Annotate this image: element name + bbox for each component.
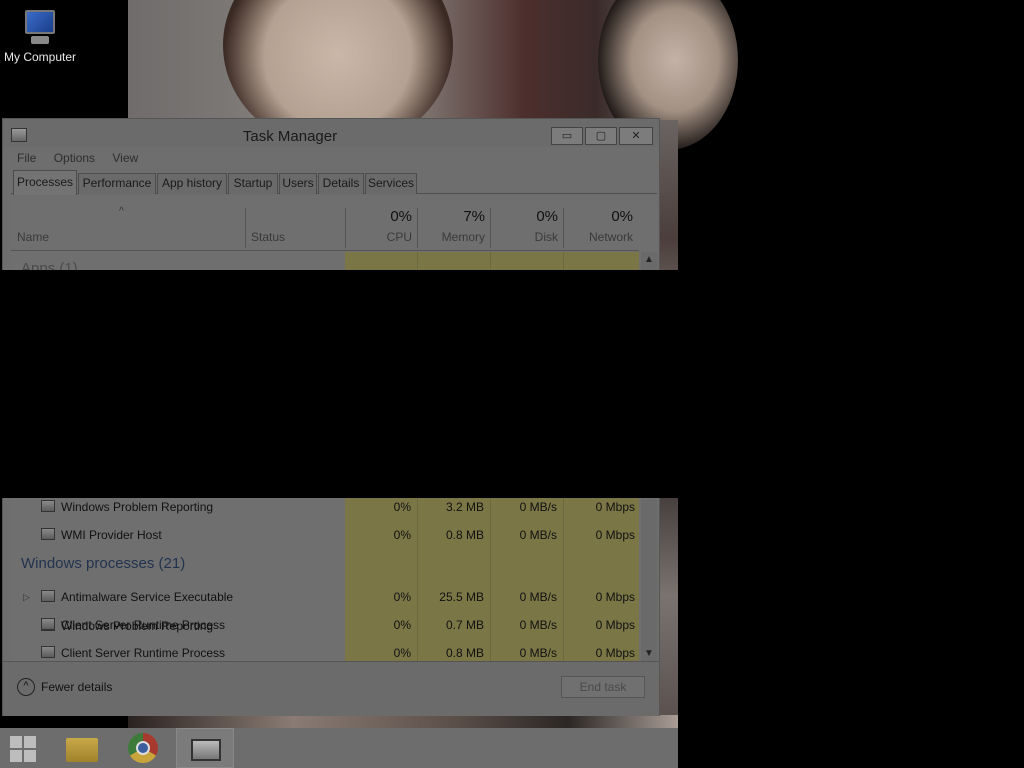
title-bar[interactable]: Task Manager ▭ ▢ ✕ <box>3 119 659 147</box>
tab-details[interactable]: Details <box>318 173 364 194</box>
fewer-details-label: Fewer details <box>41 680 113 694</box>
process-name: Client Server Runtime Process <box>61 618 226 632</box>
table-row[interactable]: ▷ Antimalware Service Executable 0% 25.5… <box>11 583 639 611</box>
cpu-value: 0% <box>393 590 411 604</box>
column-header-cpu[interactable]: 0% CPU <box>346 204 418 250</box>
memory-value: 3.2 MB <box>445 500 484 514</box>
column-label: CPU <box>386 230 412 244</box>
disk-value: 0 MB/s <box>519 618 557 632</box>
menu-bar: File Options View <box>17 151 152 167</box>
column-label: Network <box>588 230 633 244</box>
network-value: 0 Mbps <box>595 500 635 514</box>
disk-total: 0% <box>536 208 558 225</box>
process-name: WMI Provider Host <box>61 528 162 542</box>
cpu-value: 0% <box>393 500 411 514</box>
taskbar-chrome[interactable] <box>114 728 172 768</box>
chrome-icon-center <box>136 741 150 755</box>
end-task-button[interactable]: End task <box>561 676 645 698</box>
network-value: 0 Mbps <box>595 590 635 604</box>
process-icon <box>41 646 55 658</box>
memory-value: 0.8 MB <box>445 646 484 660</box>
vertical-scrollbar[interactable]: ▼ <box>641 499 657 661</box>
start-icon <box>10 736 36 762</box>
network-value: 0 Mbps <box>595 528 635 542</box>
network-value: 0 Mbps <box>595 618 635 632</box>
process-name: Antimalware Service Executable <box>61 590 234 604</box>
window-title: Task Manager <box>242 128 338 145</box>
menu-file[interactable]: File <box>17 151 36 165</box>
tab-services[interactable]: Services <box>365 173 417 194</box>
desktop-icon-label: My Computer <box>3 50 77 64</box>
column-header-network[interactable]: 0% Network <box>564 204 639 250</box>
menu-options[interactable]: Options <box>54 151 95 165</box>
column-label: Name <box>17 230 50 244</box>
desktop-icon-my-computer[interactable]: My Computer <box>2 8 78 76</box>
table-row[interactable]: Windows Problem Reporting 0% 3.2 MB 0 MB… <box>11 499 639 521</box>
menu-view[interactable]: View <box>112 151 138 165</box>
disk-value: 0 MB/s <box>519 646 557 660</box>
scroll-down-icon[interactable]: ▼ <box>644 648 654 659</box>
expand-arrow-icon[interactable]: ▷ <box>23 592 30 603</box>
tab-strip: Processes Performance App history Startu… <box>11 170 657 195</box>
cpu-value: 0% <box>393 618 411 632</box>
tab-users[interactable]: Users <box>279 173 317 194</box>
tab-startup[interactable]: Startup <box>228 173 278 194</box>
column-label: Disk <box>534 230 558 244</box>
table-row[interactable]: Client Server Runtime Process 0% 0.8 MB … <box>11 639 639 661</box>
memory-value: 25.5 MB <box>439 590 484 604</box>
fewer-details-button[interactable]: ^ Fewer details <box>17 678 112 698</box>
memory-total: 7% <box>463 208 485 225</box>
network-value: 0 Mbps <box>595 646 635 660</box>
memory-value: 0.8 MB <box>445 528 484 542</box>
header-bottom-border <box>11 250 639 251</box>
tab-app-history[interactable]: App history <box>157 173 227 194</box>
antimalware-icon <box>41 590 55 602</box>
column-header-status[interactable]: Status <box>246 204 345 250</box>
scroll-up-icon[interactable]: ▲ <box>644 254 654 265</box>
wmi-provider-icon <box>41 528 55 540</box>
close-button[interactable]: ✕ <box>619 127 653 145</box>
footer-bar: ^ Fewer details End task <box>3 661 659 716</box>
taskbar <box>0 728 678 768</box>
file-explorer-icon <box>66 738 98 762</box>
process-icon <box>41 618 55 630</box>
taskbar-task-manager[interactable] <box>176 728 234 768</box>
network-total: 0% <box>611 208 633 225</box>
column-label: Memory <box>441 230 485 244</box>
taskbar-file-explorer[interactable] <box>52 728 110 768</box>
column-label: Status <box>251 230 286 244</box>
collapse-circle-icon: ^ <box>17 678 35 696</box>
group-header-windows-processes[interactable]: Windows processes (21) <box>21 555 185 572</box>
disk-value: 0 MB/s <box>519 590 557 604</box>
minimize-button[interactable]: ▭ <box>551 127 583 145</box>
scrollbar-top[interactable]: ▲ <box>641 252 657 270</box>
maximize-button[interactable]: ▢ <box>585 127 617 145</box>
memory-value: 0.7 MB <box>445 618 484 632</box>
blackout-region <box>0 270 1024 498</box>
start-button[interactable] <box>0 728 58 768</box>
cpu-total: 0% <box>390 208 412 225</box>
tab-processes[interactable]: Processes <box>13 170 77 195</box>
column-header-memory[interactable]: 7% Memory <box>418 204 491 250</box>
cpu-value: 0% <box>393 646 411 660</box>
cpu-value: 0% <box>393 528 411 542</box>
task-manager-icon <box>191 739 221 761</box>
disk-value: 0 MB/s <box>519 528 557 542</box>
process-list-lower: Windows Problem Reporting 0% 3.2 MB 0 MB… <box>11 499 657 661</box>
computer-icon <box>19 8 61 48</box>
table-row[interactable]: WMI Provider Host 0% 0.8 MB 0 MB/s 0 Mbp… <box>11 521 639 549</box>
problem-reporting-icon <box>41 500 55 512</box>
wallpaper-bottom-strip <box>128 715 678 728</box>
tab-performance[interactable]: Performance <box>78 173 156 194</box>
table-row[interactable]: Client Server Runtime Process 0% 0.7 MB … <box>11 611 639 639</box>
column-header-disk[interactable]: 0% Disk <box>491 204 564 250</box>
column-header-name[interactable]: Name <box>11 204 245 250</box>
process-name: Client Server Runtime Process <box>61 646 226 660</box>
process-name: Windows Problem Reporting <box>61 500 214 514</box>
disk-value: 0 MB/s <box>519 500 557 514</box>
